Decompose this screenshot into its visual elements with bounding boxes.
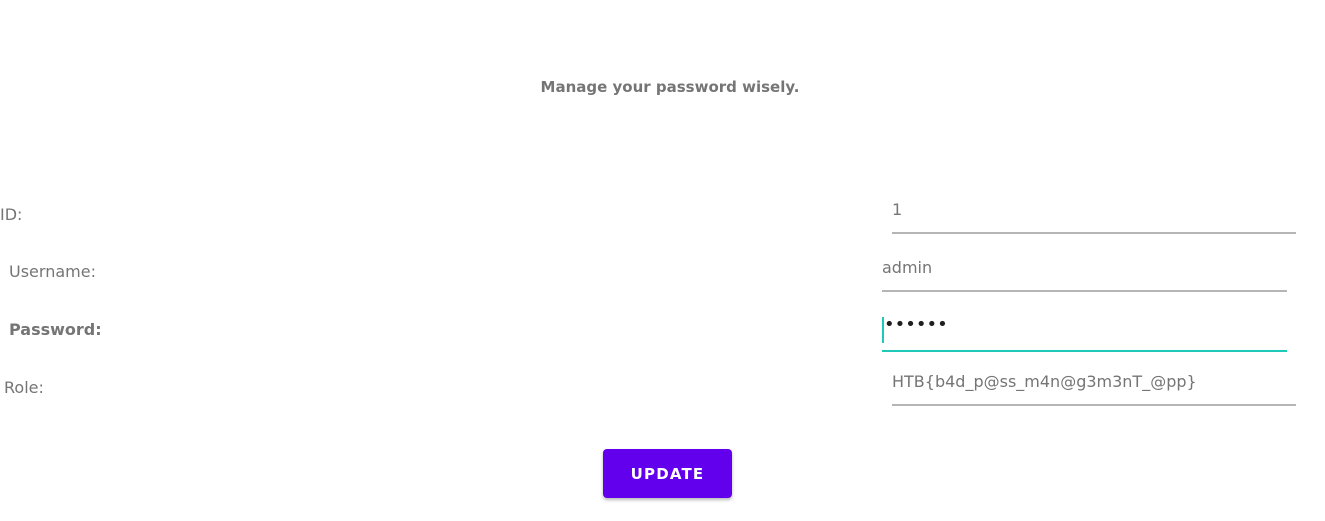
username-field-underline (882, 290, 1287, 292)
id-field-underline (892, 232, 1296, 234)
username-value: admin (882, 258, 933, 277)
id-value: 1 (892, 200, 903, 219)
username-field[interactable]: admin (882, 258, 1287, 292)
role-label: Role: (4, 378, 44, 397)
id-field[interactable]: 1 (892, 200, 1296, 234)
update-button[interactable]: UPDATE (603, 449, 732, 498)
page-heading: Manage your password wisely. (540, 78, 800, 96)
username-label: Username: (9, 262, 96, 281)
password-value: •••••• (884, 314, 948, 335)
role-field-underline (892, 404, 1296, 406)
password-field-underline (882, 350, 1287, 352)
password-field[interactable]: •••••• (882, 314, 1287, 352)
role-field[interactable]: HTB{b4d_p@ss_m4n@g3m3nT_@pp} (892, 372, 1296, 406)
password-label: Password: (9, 320, 102, 339)
role-value: HTB{b4d_p@ss_m4n@g3m3nT_@pp} (892, 372, 1197, 391)
id-label: ID: (0, 205, 23, 224)
